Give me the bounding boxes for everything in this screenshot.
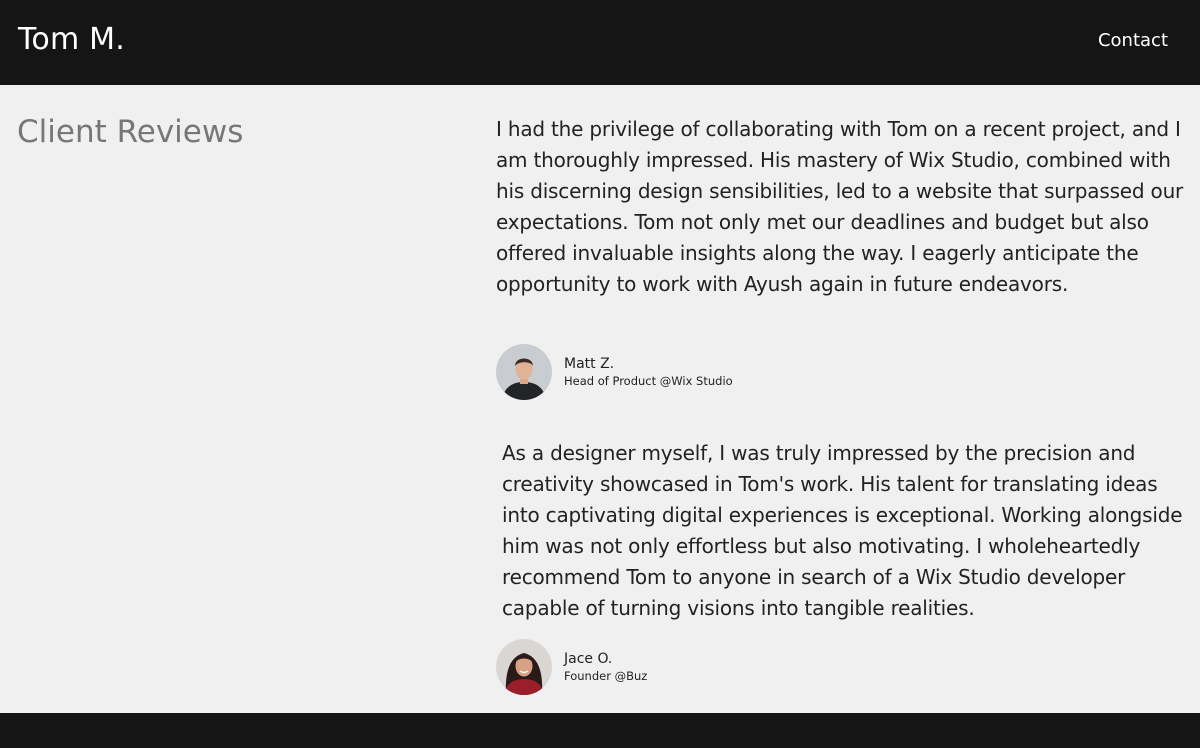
review-card: As a designer myself, I was truly impres… [502,438,1192,624]
site-header: Tom M. Contact [0,0,1200,85]
review-text: I had the privilege of collaborating wit… [496,117,1184,296]
avatar [496,344,552,400]
site-logo[interactable]: Tom M. [18,22,125,57]
nav-link-contact[interactable]: Contact [1098,30,1168,51]
review-card: I had the privilege of collaborating wit… [496,114,1186,300]
review-author: Jace O. Founder @Buz [496,639,647,695]
author-name: Matt Z. [564,355,615,372]
author-role: Founder @Buz [564,668,648,683]
review-text: As a designer myself, I was truly impres… [502,441,1183,620]
review-author: Matt Z. Head of Product @Wix Studio [496,344,733,400]
avatar [496,639,552,695]
site-footer [0,713,1200,748]
section-title: Client Reviews [17,114,244,150]
author-role: Head of Product @Wix Studio [564,373,733,388]
author-name: Jace O. [564,650,613,667]
